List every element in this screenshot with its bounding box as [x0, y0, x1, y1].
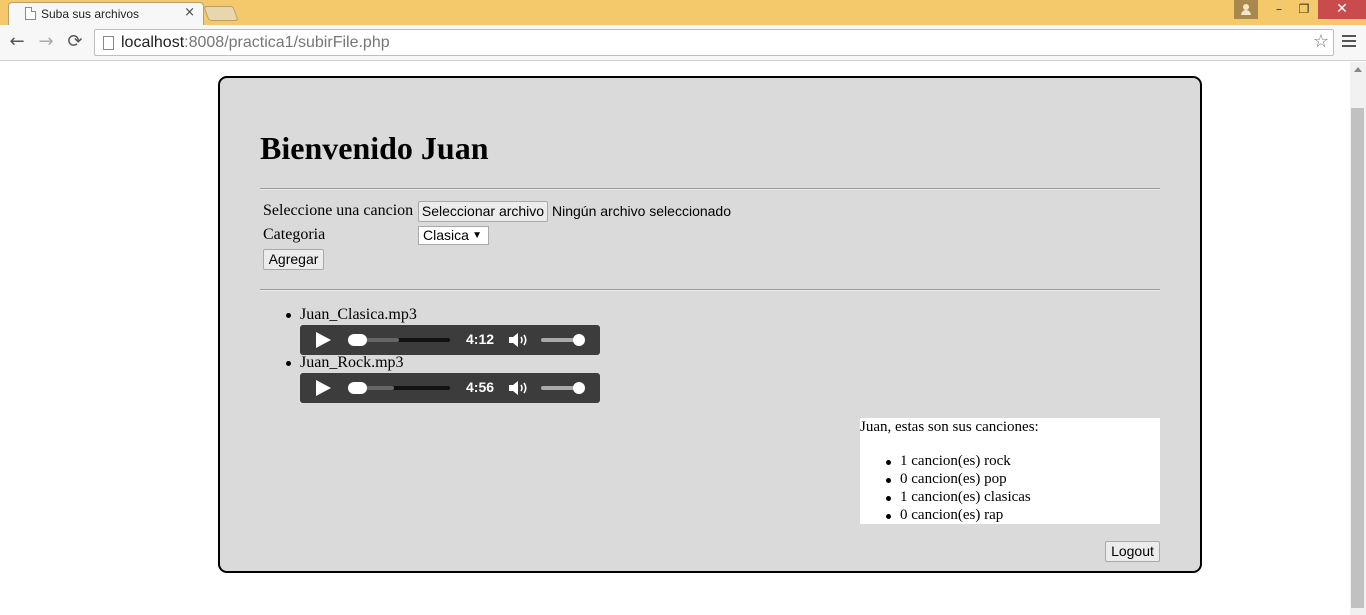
- url-text[interactable]: localhost:8008/practica1/subirFile.php: [121, 34, 390, 52]
- choose-file-button[interactable]: Seleccionar archivo: [418, 201, 548, 222]
- song-label: Seleccione una cancion: [263, 202, 414, 219]
- seek-handle[interactable]: [348, 382, 367, 394]
- category-value: Clasica: [423, 227, 469, 243]
- divider: [260, 289, 1160, 291]
- scroll-up-icon[interactable]: [1354, 67, 1362, 72]
- close-tab-icon[interactable]: ×: [184, 5, 195, 20]
- audio-player: 4:12: [300, 325, 600, 355]
- scrollbar-thumb[interactable]: [1351, 108, 1364, 608]
- back-icon[interactable]: ←: [6, 31, 28, 53]
- file-status-text: Ningún archivo seleccionado: [552, 203, 731, 219]
- page-icon: [103, 36, 114, 50]
- volume-handle[interactable]: [573, 334, 585, 346]
- list-item: 1 cancion(es) rock: [886, 453, 1011, 469]
- user-profile-icon[interactable]: [1234, 0, 1258, 19]
- logout-button[interactable]: Logout: [1105, 541, 1160, 562]
- reload-icon[interactable]: ⟳: [64, 31, 86, 53]
- tab-title: Suba sus archivos: [41, 7, 140, 21]
- song-name: Juan_Rock.mp3: [286, 354, 404, 371]
- restore-button[interactable]: ❐: [1290, 0, 1318, 19]
- main-panel: Bienvenido Juan Seleccione una cancion S…: [218, 76, 1202, 573]
- song-summary: Juan, estas son sus canciones: 1 cancion…: [860, 418, 1160, 524]
- play-icon[interactable]: [316, 332, 331, 348]
- volume-icon[interactable]: [508, 380, 530, 396]
- page-icon: [25, 7, 36, 20]
- category-select[interactable]: Clasica ▼: [418, 226, 489, 245]
- browser-titlebar: Suba sus archivos × – ❐ ✕: [0, 0, 1366, 25]
- forward-icon[interactable]: →: [35, 31, 57, 53]
- scrollbar[interactable]: [1350, 62, 1366, 615]
- bookmark-star-icon[interactable]: ☆: [1313, 31, 1329, 52]
- browser-tab[interactable]: Suba sus archivos ×: [8, 2, 204, 25]
- list-item: 1 cancion(es) clasicas: [886, 489, 1031, 505]
- seek-handle[interactable]: [348, 334, 367, 346]
- summary-intro: Juan, estas son sus canciones:: [860, 419, 1039, 435]
- list-item: 0 cancion(es) pop: [886, 471, 1007, 487]
- add-button[interactable]: Agregar: [263, 249, 324, 270]
- close-window-button[interactable]: ✕: [1318, 0, 1366, 19]
- list-item: 0 cancion(es) rap: [885, 507, 1004, 523]
- song-name: Juan_Clasica.mp3: [286, 306, 417, 323]
- minimize-button[interactable]: –: [1265, 0, 1293, 19]
- volume-handle[interactable]: [573, 382, 585, 394]
- dropdown-arrow-icon: ▼: [472, 230, 482, 241]
- address-bar[interactable]: localhost:8008/practica1/subirFile.php ☆: [94, 29, 1334, 56]
- page-viewport: Bienvenido Juan Seleccione una cancion S…: [0, 62, 1350, 615]
- browser-toolbar: ← → ⟳ localhost:8008/practica1/subirFile…: [0, 25, 1366, 61]
- duration-text: 4:56: [466, 379, 495, 395]
- play-icon[interactable]: [316, 380, 331, 396]
- divider: [260, 188, 1160, 190]
- audio-player: 4:56: [300, 373, 600, 403]
- duration-text: 4:12: [466, 331, 495, 347]
- category-label: Categoria: [263, 226, 326, 243]
- new-tab-button[interactable]: [203, 6, 239, 21]
- page-title: Bienvenido Juan: [260, 130, 489, 166]
- menu-icon[interactable]: [1340, 32, 1358, 52]
- volume-icon[interactable]: [508, 332, 530, 348]
